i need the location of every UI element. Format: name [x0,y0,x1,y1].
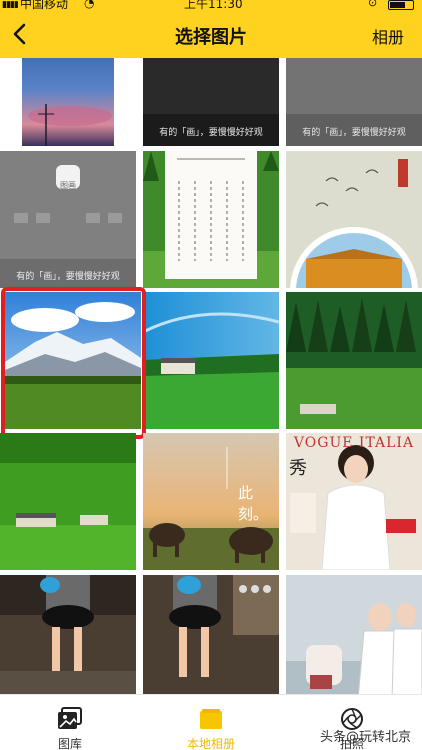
carrier-label: 中国移动 [20,0,69,11]
tab-gallery[interactable]: 图库 [0,695,140,750]
nav-bar: 选择图片 相册 [0,12,422,58]
photo-thumbnail[interactable] [0,433,136,570]
photo-caption: 此刻。 [238,484,269,523]
folder-icon [200,709,222,729]
photo-thumbnail[interactable] [143,575,279,694]
back-button[interactable] [6,17,38,51]
photo-thumbnail[interactable] [143,292,279,429]
photo-thumbnail[interactable] [0,151,136,288]
photo-badge: 图画 [60,181,76,190]
page-title: 选择图片 [175,27,247,48]
tab-label: 本地相册 [186,737,235,750]
tab-local-album[interactable]: 本地相册 [141,695,281,750]
photo-caption: 有的「画」，要慢慢好好观 [159,128,263,138]
photo-grid: 有的「画」，要慢慢好好观 有的「画」，要慢慢好好观 图画 有的「画」，要慢慢好好… [0,58,422,694]
photo-thumbnail[interactable] [286,575,422,694]
magazine-masthead: VOGUE ITALIA [293,435,415,451]
photo-thumbnail[interactable] [0,58,136,146]
photo-thumbnail[interactable] [143,433,279,570]
image-icon [58,707,82,729]
watermark-label: 头条@玩转北京 [320,730,412,745]
rotation-lock-icon: ⊙ [368,0,378,9]
chevron-left-icon [13,23,26,45]
signal-icon: ▮▮▮▮ [2,0,19,10]
battery-icon [388,0,414,10]
photo-thumbnail[interactable] [286,151,422,288]
photo-thumbnail[interactable] [286,292,422,429]
photo-caption: 有的「画」，要慢慢好好观 [16,272,120,282]
selected-photo-frame [1,287,146,439]
photo-caption: 有的「画」，要慢慢好好观 [302,128,406,138]
magazine-headline: 秀 [289,458,307,479]
photo-thumbnail[interactable] [0,575,136,694]
wifi-icon: ◔ [84,0,95,10]
tab-label: 图库 [57,737,82,750]
status-bar: ▮▮▮▮ 中国移动 ◔ 上午11:30 ⊙ [0,0,422,12]
album-button[interactable]: 相册 [372,24,404,48]
photo-thumbnail[interactable] [143,151,279,288]
clock: 上午11:30 [184,0,243,11]
